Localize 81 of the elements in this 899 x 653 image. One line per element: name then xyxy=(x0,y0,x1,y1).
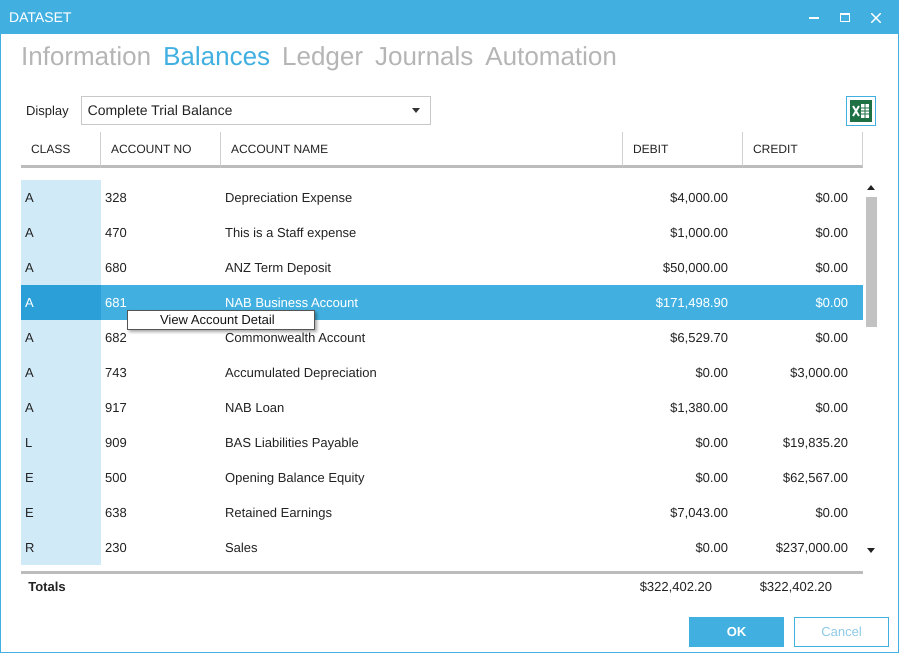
table-cell-text: This is a Staff expense xyxy=(225,224,356,242)
table-cell-text: A xyxy=(25,258,34,277)
maximize-icon xyxy=(840,13,850,22)
table-cell-text: L xyxy=(25,434,32,452)
table-cell-text: $0.00 xyxy=(815,258,848,277)
table-cell-text: R xyxy=(25,538,34,557)
table-cell-text: A xyxy=(25,294,34,312)
table-cell-text: NAB Loan xyxy=(225,398,284,417)
table-cell-text: $19,835.20 xyxy=(782,434,848,452)
table-row[interactable]: A 680 ANZ Term Deposit $50,000.00 $0.00 xyxy=(21,250,863,285)
table-cell-text: Opening Balance Equity xyxy=(225,468,364,487)
table-cell-text: $3,000.00 xyxy=(790,364,848,382)
table-cell-text: $0.00 xyxy=(695,364,728,382)
table-cell-text: $0.00 xyxy=(695,468,728,487)
totals-label: Totals xyxy=(27,578,66,596)
close-icon xyxy=(871,12,881,22)
table-cell-text: 917 xyxy=(105,398,127,417)
window-title: DATASET xyxy=(9,8,72,27)
table-row[interactable]: A 743 Accumulated Depreciation $0.00 $3,000.00 xyxy=(21,355,863,390)
table-row[interactable]: A 470 This is a Staff expense $1,000.00 $0.00 xyxy=(21,215,863,250)
table-cell-text: A xyxy=(25,328,34,347)
table-cell-text: $4,000.00 xyxy=(670,188,728,207)
table-cell-text: $0.00 xyxy=(815,188,848,207)
total-value: $322,402.20 xyxy=(760,578,832,596)
minimize-icon xyxy=(808,16,818,19)
table-cell-text: A xyxy=(25,188,34,207)
table-cell-text: $0.00 xyxy=(695,538,728,557)
table-cell-text: 680 xyxy=(105,258,127,277)
display-dropdown[interactable]: Complete Trial Balance xyxy=(80,96,431,125)
table-cell-text: $1,000.00 xyxy=(670,224,728,242)
column-header[interactable]: DEBIT xyxy=(623,132,743,168)
table-row[interactable]: E 500 Opening Balance Equity $0.00 $62,567.00 xyxy=(21,460,863,495)
table-row[interactable]: L 909 BAS Liabilities Payable $0.00 $19,835.20 xyxy=(21,425,863,460)
table-cell-text: $62,567.00 xyxy=(782,468,848,487)
table-cell-text: $6,529.70 xyxy=(670,328,728,347)
table-cell-text: $7,043.00 xyxy=(670,504,728,522)
table-cell-text: 230 xyxy=(105,538,127,557)
spreadsheet-icon xyxy=(850,100,872,122)
table-cell-text: Commonwealth Account xyxy=(225,328,366,347)
table-cell-text: Accumulated Depreciation xyxy=(225,364,377,382)
table-cell-text: 682 xyxy=(105,328,127,347)
table-cell-text: Retained Earnings xyxy=(225,504,332,522)
table-cell-text: Depreciation Expense xyxy=(225,188,352,207)
table-cell-text: $1,380.00 xyxy=(670,398,728,417)
table-cell-text: NAB Business Account xyxy=(225,294,358,312)
table-cell-text: 328 xyxy=(105,188,127,207)
table-cell-text: 638 xyxy=(105,504,127,522)
table-cell-text: 470 xyxy=(105,224,127,242)
table-cell-text: $50,000.00 xyxy=(662,258,728,277)
caret-icon xyxy=(412,108,420,113)
table-cell-text: 909 xyxy=(105,434,127,452)
table-cell-text: E xyxy=(25,504,34,522)
column-header[interactable]: CREDIT xyxy=(743,132,863,168)
table-row[interactable]: E 638 Retained Earnings $7,043.00 $0.00 xyxy=(21,495,863,530)
column-header[interactable]: ACCOUNT NO xyxy=(101,132,221,168)
table-cell-text: 500 xyxy=(105,468,127,487)
table-cell-text: $0.00 xyxy=(815,294,848,312)
column-header[interactable]: CLASS xyxy=(21,132,101,168)
table-cell-text: ANZ Term Deposit xyxy=(225,258,331,277)
table-cell-text: 743 xyxy=(105,364,127,382)
excel-export-button[interactable] xyxy=(846,96,876,126)
table-cell-text: $0.00 xyxy=(815,328,848,347)
table-cell-text: E xyxy=(25,468,34,487)
table-cell-text: $171,498.90 xyxy=(656,294,728,312)
table-cell-text: A xyxy=(25,398,34,417)
total-value: $322,402.20 xyxy=(640,578,712,596)
table-cell-text: $0.00 xyxy=(695,434,728,452)
table-cell-text: $0.00 xyxy=(815,398,848,417)
table-cell-text: BAS Liabilities Payable xyxy=(225,434,359,452)
table-cell-text: A xyxy=(25,224,34,242)
table-row[interactable]: A 328 Depreciation Expense $4,000.00 $0.00 xyxy=(21,180,863,215)
table-cell-text: $237,000.00 xyxy=(776,538,848,557)
table-cell-text: $0.00 xyxy=(815,224,848,242)
table-cell-text: A xyxy=(25,364,34,382)
table-row[interactable]: R 230 Sales $0.00 $237,000.00 xyxy=(21,530,863,565)
display-label: Display xyxy=(26,102,69,120)
column-header[interactable]: ACCOUNT NAME xyxy=(221,132,623,168)
table-cell-text: $0.00 xyxy=(815,504,848,522)
table-row[interactable]: A 917 NAB Loan $1,380.00 $0.00 xyxy=(21,390,863,425)
table-cell-text: 681 xyxy=(105,294,127,312)
table-cell-text: Sales xyxy=(225,538,258,557)
